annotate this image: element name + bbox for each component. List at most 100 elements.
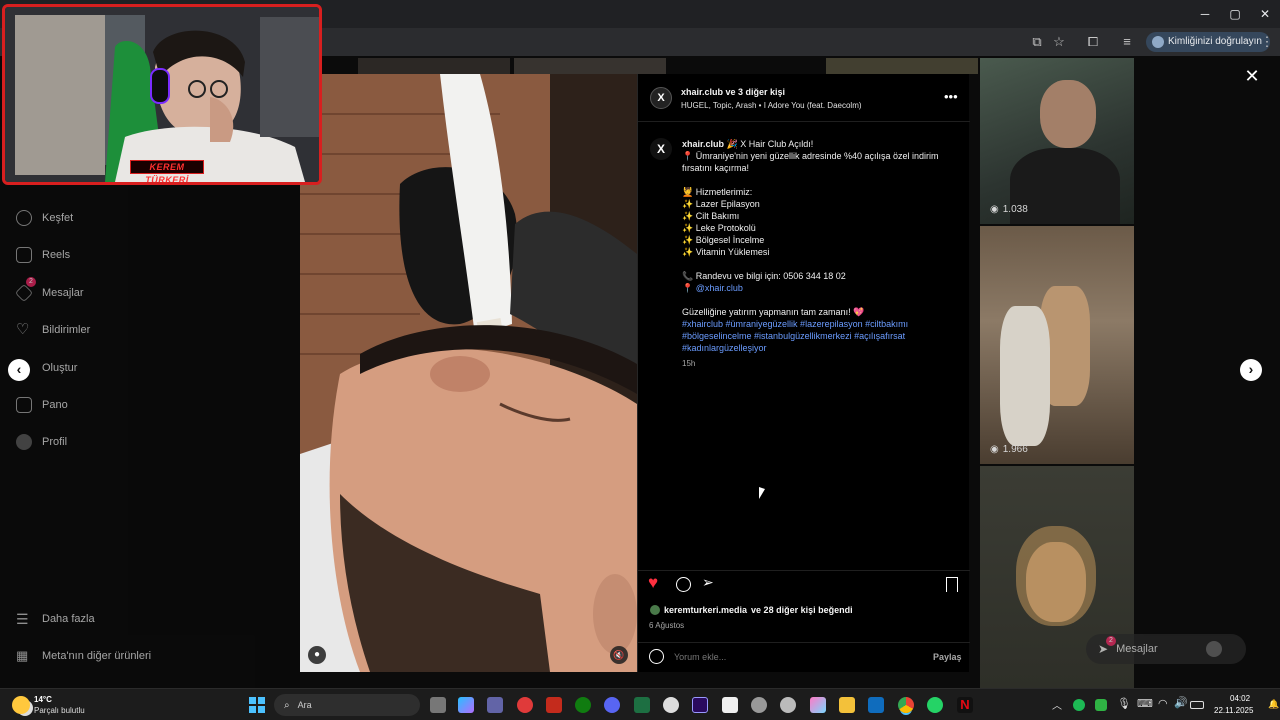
person-photo [1000, 306, 1050, 446]
clock-time[interactable]: 04:02 [1230, 694, 1250, 703]
share-comment-button[interactable]: Paylaş [933, 652, 962, 662]
battery-icon[interactable] [1190, 701, 1204, 709]
file-explorer-icon[interactable] [839, 697, 855, 713]
comment-input[interactable] [672, 649, 902, 665]
tray-overflow-icon[interactable]: ︿ [1052, 697, 1062, 712]
sidebar-item-meta-products[interactable]: ▦ Meta'nın diğer ürünleri [16, 645, 151, 667]
xbox-icon[interactable] [575, 697, 591, 713]
sidebar-item-messages[interactable]: 2 Mesajlar [14, 277, 84, 304]
next-post-button[interactable]: › [1240, 359, 1262, 381]
user-tag-icon[interactable]: ● [308, 646, 326, 664]
grid-thumbnail[interactable] [358, 58, 510, 74]
emoji-icon[interactable] [649, 649, 664, 664]
clock-date[interactable]: 22.11.2025 [1214, 706, 1253, 715]
settings-icon[interactable] [780, 697, 796, 713]
reading-list-icon[interactable]: ≡ [1118, 33, 1136, 51]
caption-line [682, 258, 964, 270]
teams-icon[interactable] [487, 697, 503, 713]
post-header-title[interactable]: xhair.club ve 3 diğer kişi [681, 87, 785, 97]
netflix-icon[interactable]: N [957, 697, 973, 713]
start-windows-icon[interactable] [249, 697, 265, 713]
save-bookmark-icon[interactable] [946, 577, 958, 592]
sidebar-item-explore[interactable]: Keşfet [16, 207, 73, 229]
taskbar-search[interactable]: ⌕ Ara [274, 694, 420, 716]
reel-video[interactable]: ● 🔇 [300, 74, 637, 672]
person-photo [1040, 80, 1096, 148]
avatar [1206, 641, 1222, 657]
liked-by-user[interactable]: keremturkeri.media [664, 605, 747, 615]
premiere-icon[interactable] [692, 697, 708, 713]
caption-line [682, 294, 964, 306]
caption-line: ✨ Bölgesel İncelme [682, 235, 765, 245]
messages-badge: 2 [1106, 636, 1116, 646]
grid-thumbnail[interactable] [826, 58, 978, 74]
mention-link[interactable]: @xhair.club [696, 283, 743, 293]
close-modal-icon[interactable]: ✕ [1242, 66, 1262, 86]
caption-line: ✨ Lazer Epilasyon [682, 199, 760, 209]
hamburger-icon: ☰ [16, 611, 29, 627]
notification-bell-icon[interactable]: 🔔 [1268, 699, 1279, 710]
discord-icon[interactable] [604, 697, 620, 713]
more-options-icon[interactable]: ••• [944, 89, 958, 104]
minimize-icon[interactable]: ─ [1192, 4, 1218, 24]
sidebar-item-label: Meta'nın diğer ürünleri [42, 650, 152, 662]
bookmark-star-icon[interactable]: ☆ [1050, 33, 1068, 51]
sidebar-item-more[interactable]: ☰ Daha fazla [16, 608, 95, 630]
install-app-icon[interactable]: ⧉ [1028, 33, 1046, 51]
verify-identity-button[interactable]: Kimliğinizi doğrulayın [1146, 32, 1270, 52]
tray-app-icon[interactable] [1073, 699, 1085, 711]
like-heart-icon[interactable]: ♥ [648, 573, 658, 593]
volume-icon[interactable]: 🔊 [1174, 696, 1188, 709]
post-audio[interactable]: HUGEL, Topic, Arash • I Adore You (feat.… [681, 101, 862, 110]
sidebar-item-profile[interactable]: Profil [16, 431, 67, 453]
caption-username[interactable]: xhair.club [682, 139, 724, 149]
copilot-icon[interactable] [458, 697, 474, 713]
browser-menu-icon[interactable]: ⋮ [1258, 33, 1276, 51]
wifi-icon[interactable]: ◠ [1158, 697, 1168, 710]
weather-temp[interactable]: 14°C [34, 695, 52, 704]
hashtags[interactable]: #xhairclub #ümraniyegüzellik #lazerepila… [682, 318, 964, 354]
media-icon[interactable] [663, 697, 679, 713]
whatsapp-icon[interactable] [927, 697, 943, 713]
grid-thumbnail[interactable]: ◉ 1.966 [980, 226, 1134, 464]
app-gray-icon[interactable] [751, 697, 767, 713]
sidebar-item-dashboard[interactable]: Pano [16, 394, 68, 416]
view-count: ◉ 1.038 [990, 204, 1028, 215]
sidebar-item-label: Profil [42, 436, 68, 448]
extensions-icon[interactable]: ⧠ [1084, 33, 1102, 51]
app-gradient-icon[interactable] [810, 697, 826, 713]
tray-app-icon[interactable] [1095, 699, 1107, 711]
keyboard-icon[interactable]: ⌨ [1137, 697, 1153, 710]
caption-line: Güzelliğine yatırım yapmanın tam zamanı!… [682, 307, 865, 317]
grid-apps-icon: ▦ [16, 648, 29, 663]
liked-by-rest[interactable]: ve 28 diğer kişi beğendi [751, 605, 853, 615]
share-send-icon[interactable]: ➢ [702, 574, 714, 591]
grid-thumbnail[interactable]: ◉ 1.038 [980, 58, 1134, 224]
outlook-icon[interactable] [868, 697, 884, 713]
close-window-icon[interactable]: ✕ [1252, 4, 1278, 24]
notepad-icon[interactable] [722, 697, 738, 713]
avatar[interactable]: X [650, 87, 672, 109]
grid-thumbnail[interactable] [514, 58, 666, 74]
caption-line: 📞 Randevu ve bilgi için: 0506 344 18 02 [682, 271, 846, 281]
sidebar-item-notifications[interactable]: ♡ Bildirimler [16, 319, 90, 341]
previous-post-button[interactable]: ‹ [8, 359, 30, 381]
caption-avatar[interactable]: X [650, 138, 672, 160]
webcam-feed [5, 7, 319, 182]
sidebar-item-reels[interactable]: Reels [16, 244, 70, 266]
chrome-icon[interactable] [898, 697, 914, 713]
app-red-icon[interactable] [546, 697, 562, 713]
weather-icon [12, 696, 30, 714]
microphone-icon[interactable]: 🎙 [1117, 697, 1131, 710]
weather-desc[interactable]: Parçalı bulutlu [34, 706, 85, 715]
maximize-icon[interactable]: ▢ [1222, 4, 1248, 24]
floating-messages-button[interactable]: ➤ 2 Mesajlar [1086, 634, 1246, 664]
mute-icon[interactable]: 🔇 [610, 646, 628, 664]
excel-icon[interactable] [634, 697, 650, 713]
task-view-icon[interactable] [430, 697, 446, 713]
app-red-icon[interactable] [517, 697, 533, 713]
post-header: X xhair.club ve 3 diğer kişi HUGEL, Topi… [638, 74, 970, 122]
verify-identity-label: Kimliğinizi doğrulayın [1168, 36, 1262, 47]
reel-frame-illustration [300, 74, 637, 672]
comment-icon[interactable] [676, 577, 691, 592]
